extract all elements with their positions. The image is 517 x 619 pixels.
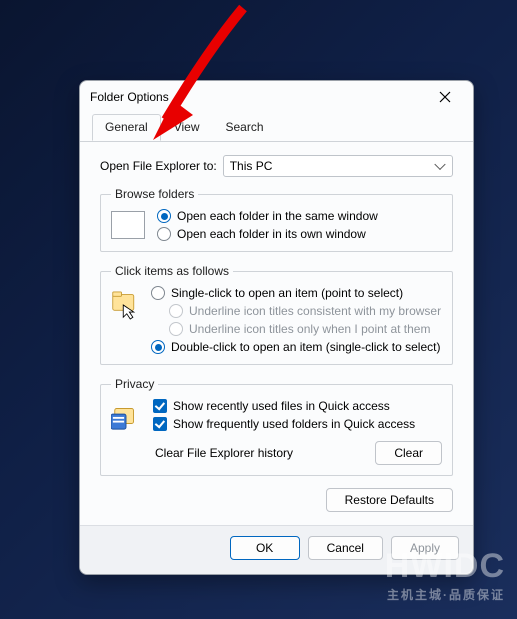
privacy-legend: Privacy — [111, 377, 158, 391]
checkbox-recent-files[interactable] — [153, 399, 167, 413]
privacy-icon — [111, 401, 141, 431]
open-explorer-label: Open File Explorer to: — [100, 159, 217, 173]
privacy-group: Privacy Show recently used files in Quic… — [100, 377, 453, 476]
clear-button[interactable]: Clear — [375, 441, 442, 465]
radio-same-window[interactable] — [157, 209, 171, 223]
restore-defaults-button[interactable]: Restore Defaults — [326, 488, 453, 512]
clear-history-label: Clear File Explorer history — [155, 446, 375, 460]
click-items-group: Click items as follows Single-click to o… — [100, 264, 453, 365]
browse-folders-legend: Browse folders — [111, 187, 198, 201]
browse-folder-icon — [111, 211, 145, 239]
titlebar: Folder Options — [80, 81, 473, 113]
tab-general[interactable]: General — [92, 114, 161, 141]
open-explorer-value: This PC — [230, 159, 273, 173]
open-explorer-dropdown[interactable]: This PC — [223, 155, 453, 177]
checkbox-frequent-folders[interactable] — [153, 417, 167, 431]
radio-double-click[interactable] — [151, 340, 165, 354]
browse-folders-group: Browse folders Open each folder in the s… — [100, 187, 453, 252]
folder-options-dialog: Folder Options General View Search Open … — [79, 80, 474, 575]
tab-content-general: Open File Explorer to: This PC Browse fo… — [80, 141, 473, 525]
tab-view[interactable]: View — [161, 114, 213, 141]
tab-search[interactable]: Search — [213, 114, 277, 141]
folder-click-icon — [111, 288, 139, 322]
tab-strip: General View Search — [80, 114, 473, 142]
ok-button[interactable]: OK — [230, 536, 300, 560]
click-items-legend: Click items as follows — [111, 264, 233, 278]
apply-button[interactable]: Apply — [391, 536, 459, 560]
window-title: Folder Options — [90, 90, 169, 104]
close-icon — [439, 91, 451, 103]
cancel-button[interactable]: Cancel — [308, 536, 383, 560]
radio-underline-hover — [169, 322, 183, 336]
radio-single-click[interactable] — [151, 286, 165, 300]
radio-own-window[interactable] — [157, 227, 171, 241]
radio-underline-browser — [169, 304, 183, 318]
dialog-footer: OK Cancel Apply — [80, 525, 473, 574]
close-button[interactable] — [427, 83, 463, 111]
